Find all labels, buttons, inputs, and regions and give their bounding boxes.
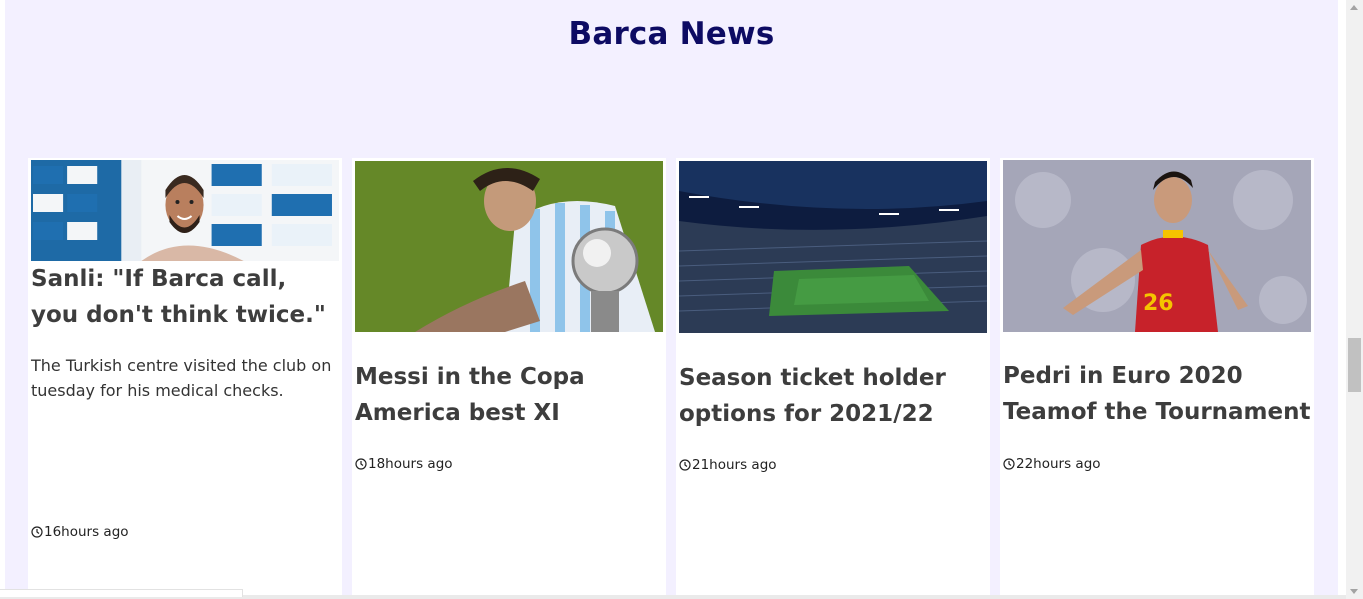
news-time-label: 18hours ago bbox=[368, 456, 453, 472]
news-image[interactable] bbox=[31, 160, 339, 261]
news-time-label: 16hours ago bbox=[44, 524, 129, 540]
news-time-label: 21hours ago bbox=[692, 457, 777, 473]
horizontal-scrollbar-thumb[interactable] bbox=[0, 589, 243, 597]
news-timestamp: 21hours ago bbox=[679, 457, 777, 473]
news-card[interactable]: Season ticket holder options for 2021/22… bbox=[676, 158, 990, 599]
news-image[interactable]: 26 bbox=[1003, 160, 1311, 332]
svg-text:26: 26 bbox=[1143, 291, 1174, 316]
news-timestamp: 18hours ago bbox=[355, 456, 453, 472]
clock-icon bbox=[679, 459, 691, 471]
news-card[interactable]: Messi in the Copa America best XI 18hour… bbox=[352, 158, 666, 599]
news-time-label: 22hours ago bbox=[1016, 456, 1101, 472]
scroll-up-arrow-icon[interactable] bbox=[1350, 5, 1358, 10]
news-headline[interactable]: Pedri in Euro 2020 Teamof the Tournament bbox=[1003, 358, 1312, 430]
vertical-scrollbar[interactable] bbox=[1346, 0, 1363, 599]
news-timestamp: 22hours ago bbox=[1003, 456, 1101, 472]
clock-icon bbox=[1003, 458, 1015, 470]
news-headline[interactable]: Season ticket holder options for 2021/22 bbox=[679, 360, 988, 432]
news-headline[interactable]: Messi in the Copa America best XI bbox=[355, 359, 664, 431]
clock-icon bbox=[31, 526, 43, 538]
news-headline[interactable]: Sanli: "If Barca call, you don't think t… bbox=[31, 261, 340, 333]
news-timestamp: 16hours ago bbox=[31, 524, 129, 540]
scroll-down-arrow-icon[interactable] bbox=[1350, 589, 1358, 594]
news-section: Barca News Sanli: "If Barca call, you do… bbox=[5, 0, 1338, 599]
news-card[interactable]: 26 Pedri in Euro 2020 Teamof the Tournam… bbox=[1000, 158, 1314, 599]
scrollbar-thumb[interactable] bbox=[1348, 338, 1361, 392]
news-card[interactable]: Sanli: "If Barca call, you don't think t… bbox=[28, 158, 342, 599]
section-title: Barca News bbox=[568, 16, 775, 52]
news-image[interactable] bbox=[355, 161, 663, 332]
clock-icon bbox=[355, 458, 367, 470]
news-summary: The Turkish centre visited the club on t… bbox=[31, 356, 332, 400]
news-image[interactable] bbox=[679, 161, 987, 333]
